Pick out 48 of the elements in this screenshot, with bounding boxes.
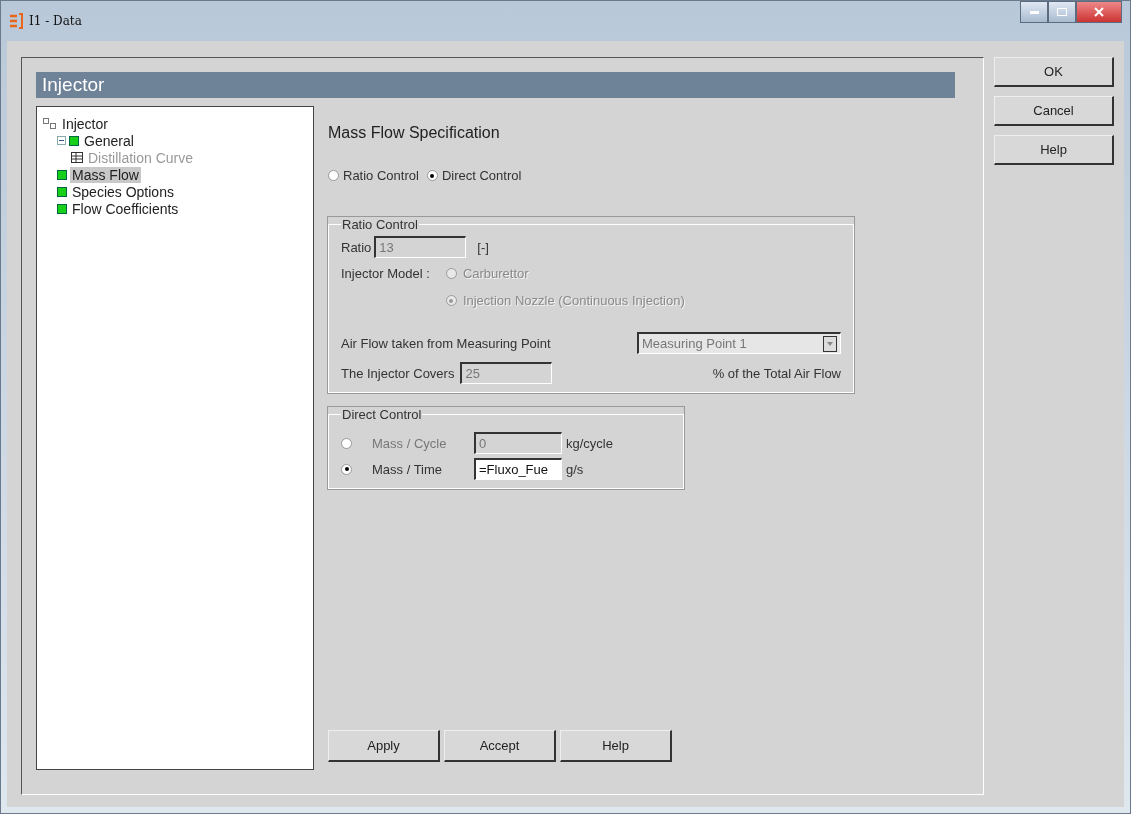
radio-button[interactable] bbox=[426, 170, 438, 181]
field-label: Air Flow taken from Measuring Point bbox=[341, 335, 552, 351]
close-icon bbox=[1094, 7, 1104, 17]
collapse-icon[interactable] bbox=[57, 136, 66, 145]
unit-label: [-] bbox=[477, 239, 489, 255]
dialog-button[interactable]: OK bbox=[994, 57, 1114, 87]
tree-item[interactable]: General bbox=[82, 132, 136, 149]
minimize-icon bbox=[1029, 10, 1039, 14]
group-title: Ratio Control bbox=[341, 217, 419, 232]
radio-button[interactable] bbox=[328, 170, 339, 181]
unit-label: g/s bbox=[566, 461, 584, 477]
tree-item[interactable]: Injector bbox=[60, 115, 110, 132]
node-icon bbox=[57, 169, 67, 180]
unit-label: % of the Total Air Flow bbox=[712, 365, 841, 381]
window-title: I1 - Data bbox=[29, 14, 82, 28]
dialog-button[interactable]: Help bbox=[560, 730, 672, 762]
radio-button[interactable] bbox=[341, 463, 352, 475]
section-heading: Mass Flow Specification bbox=[328, 124, 501, 142]
radio-label: Direct Control bbox=[441, 168, 522, 183]
dialog-button[interactable]: Cancel bbox=[994, 96, 1114, 126]
field-label: Mass / Cycle bbox=[372, 435, 448, 451]
close-button[interactable] bbox=[1076, 1, 1122, 23]
maximize-icon bbox=[1057, 8, 1067, 16]
dialog-button[interactable]: Help bbox=[994, 135, 1114, 165]
field-label: Injector Model : bbox=[341, 266, 430, 281]
node-icon bbox=[57, 186, 67, 197]
maximize-button[interactable] bbox=[1048, 1, 1076, 23]
dialog-button[interactable]: Accept bbox=[444, 730, 556, 762]
minimize-button[interactable] bbox=[1020, 1, 1048, 23]
field-label: Mass / Time bbox=[372, 461, 444, 477]
dialog-button[interactable]: Apply bbox=[328, 730, 440, 762]
tree-icon bbox=[43, 117, 57, 130]
tree-item[interactable]: Flow Coefficients bbox=[70, 200, 181, 217]
panel-header: Injector bbox=[36, 72, 955, 98]
field-label: The Injector Covers bbox=[341, 365, 455, 381]
node-icon bbox=[57, 203, 67, 214]
radio-label: Ratio Control bbox=[343, 168, 419, 183]
radio-label: Injection Nozzle (Continuous Injection) bbox=[462, 293, 685, 308]
field-label: Ratio bbox=[341, 239, 372, 255]
group-title: Direct Control bbox=[341, 407, 423, 422]
app-logo-icon bbox=[9, 13, 23, 29]
input-field[interactable]: =Fluxo_Fue bbox=[474, 458, 562, 480]
radio-label: Carburettor bbox=[462, 266, 529, 281]
unit-label: kg/cycle bbox=[566, 435, 613, 451]
table-icon bbox=[71, 152, 83, 163]
tree-item[interactable]: Species Options bbox=[70, 183, 176, 200]
tree-item[interactable]: Mass Flow bbox=[70, 166, 141, 183]
node-icon bbox=[69, 135, 79, 146]
